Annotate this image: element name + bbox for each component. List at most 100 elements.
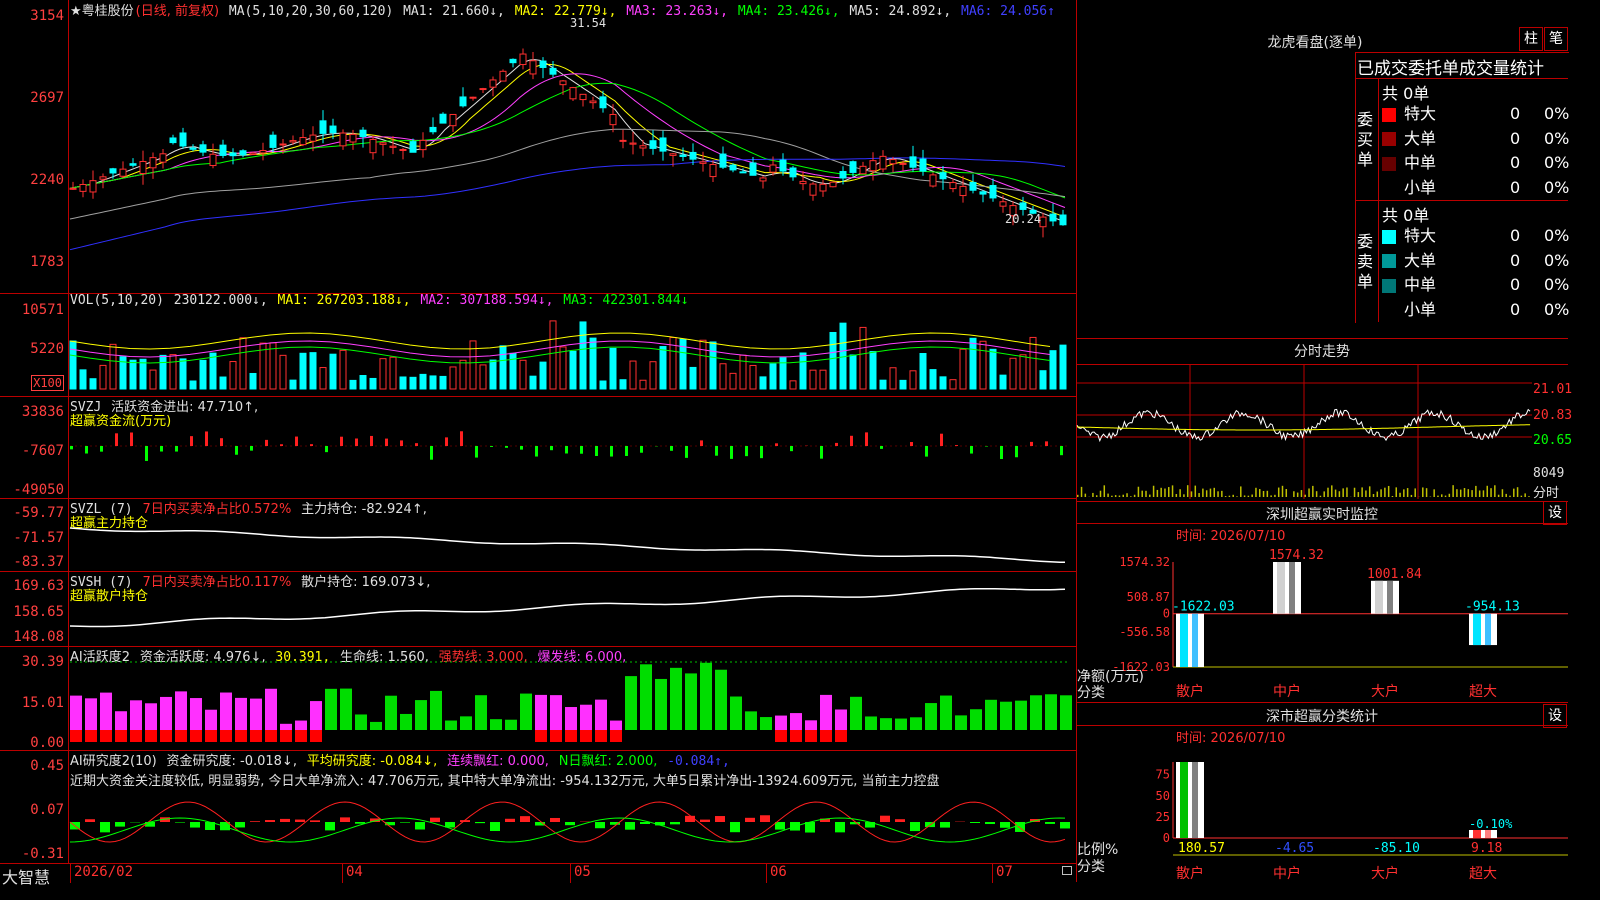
flow-bar [640,446,643,453]
lock-icon[interactable] [1062,866,1072,875]
brand-label[interactable]: 大智慧 [2,864,50,888]
intraday-vol-bar [1353,487,1356,497]
candle-body [379,142,387,145]
volume-bar [559,346,567,390]
intraday-vol-bar [1277,487,1280,497]
activity-bar [520,693,532,730]
x-tick: 2026/02 [74,864,134,880]
activity-bar [310,701,322,730]
intraday-vol-bar [1255,487,1257,497]
intraday-chart[interactable] [1076,365,1532,499]
svzj-chart[interactable] [70,396,1076,498]
research-bar [415,822,425,830]
research-bar [985,822,995,825]
intraday-vol-bar [1251,494,1253,497]
volume-bar [909,370,917,390]
candle-body [159,153,167,163]
flow-bar [775,443,778,446]
candle-body [229,152,237,157]
candle-body [859,165,867,175]
activity-bar [925,703,937,730]
candle-body [259,150,267,154]
activity-bar [550,695,562,730]
x-tick: 04 [346,864,363,880]
volume-bar [1059,344,1067,390]
monitor-settings-button[interactable]: 设 [1543,501,1567,525]
intraday-vol-bar [1361,487,1363,497]
candle-body [359,129,367,138]
tick-mode-button[interactable]: 笔 [1544,27,1568,51]
candle-body [79,183,87,192]
svzj-axis: 33836 -7607 -49050 [0,396,69,498]
classify-tick: 50 [1156,789,1170,803]
activity-base [580,730,592,742]
x-divider [570,864,571,883]
intraday-vol-bar [1384,487,1386,497]
volume-bar [339,349,347,390]
classify-title: 深市超赢分类统计 [1266,709,1378,725]
candle-body [399,148,407,151]
row-percent: 0% [1544,226,1570,245]
svzj-panel[interactable]: 33836 -7607 -49050 SVZJ 活跃资金进出: 47.710↑,… [0,396,1076,499]
volume-bar [439,375,447,390]
candle-body [69,187,77,190]
lhb-row: 大单 0 0% [1382,127,1569,151]
activity-bar [730,696,742,730]
buy-total: 共 0单 [1382,84,1430,103]
bar-stripe [1485,830,1491,838]
classify-tick: 75 [1156,768,1170,782]
volume-bar [419,373,427,390]
intraday-vol-bar [1448,493,1451,497]
candle-body [339,132,347,147]
volume-chart[interactable] [69,293,1076,396]
activity-bar [715,669,727,730]
ai-research-panel[interactable]: 0.45 0.07 -0.31 AI研究度2(10) 资金研究度: -0.018… [0,750,1076,863]
candlestick-chart[interactable] [69,0,1076,293]
svzl-chart[interactable] [69,498,1076,571]
ai-activity-chart[interactable] [70,646,1076,750]
ai-activity-panel[interactable]: 30.39 15.01 0.00 AI活跃度2 资金活跃度: 4.976↓, 3… [0,646,1076,751]
intraday-vol-bar [1160,487,1162,497]
bar-mode-button[interactable]: 柱 [1519,27,1543,51]
research-bar [730,822,740,833]
classify-category: 中户 [1273,865,1301,882]
ai2-tick: 0.07 [30,802,64,818]
candle-body [959,185,967,197]
color-swatch-icon [1382,303,1396,317]
candle-body [289,140,297,143]
monitor-bar [1176,613,1204,667]
svzl-panel[interactable]: -59.77 -71.57 -83.37 SVZL (7) 7日内买卖净占比0.… [0,498,1076,572]
svsh-chart[interactable] [69,571,1076,646]
intraday-vol-bar [1433,489,1435,497]
candle-body [149,157,157,169]
svsh-panel[interactable]: 169.63 158.65 148.08 SVSH (7) 7日内买卖净占比0.… [0,571,1076,647]
row-percent: 0% [1544,104,1570,123]
volume-bar [79,369,87,390]
intraday-vol-bar [1137,486,1140,497]
intraday-title: 分时走势 [1294,344,1350,360]
activity-bar [835,709,847,730]
intraday-vol-bar [1372,494,1375,497]
activity-bar [820,694,832,730]
monitor-bar-chart[interactable]: 1574.32508.870-556.58-1622.03-1622.03散户1… [1076,540,1568,700]
bar-stripe [1473,613,1481,646]
monitor-value-label: 1574.32 [1269,548,1324,563]
volume-panel[interactable]: 10571 5220 X100 VOL(5,10,20) 230122.000↓… [0,293,1076,397]
ai-research-chart[interactable] [69,750,1076,863]
flow-bar [565,446,568,454]
price-panel[interactable]: 3154 2697 2240 1783 ★粤桂股份 (日线, 前复权) MA(5,… [0,0,1076,294]
intraday-vol-bar [1509,495,1511,497]
x-divider [70,864,71,883]
candle-body [779,159,787,172]
classify-bar-chart[interactable]: 75 50 25 0 180.57 散户 -4.65 中户 -85.10 大户 9.18 超大 -0.1… [1076,740,1568,882]
research-bar [550,817,560,822]
vol-unit: X100 [31,375,64,391]
candle-body [529,60,537,75]
volume-bar [539,361,547,390]
volume-bar [169,354,177,390]
lhb-title: 龙虎看盘(逐单) [1267,35,1363,51]
intraday-vol-bar [1391,495,1394,497]
flow-bar [580,446,583,454]
intraday-vol-bar [1376,491,1379,497]
intraday-vol-bar [1107,493,1109,497]
